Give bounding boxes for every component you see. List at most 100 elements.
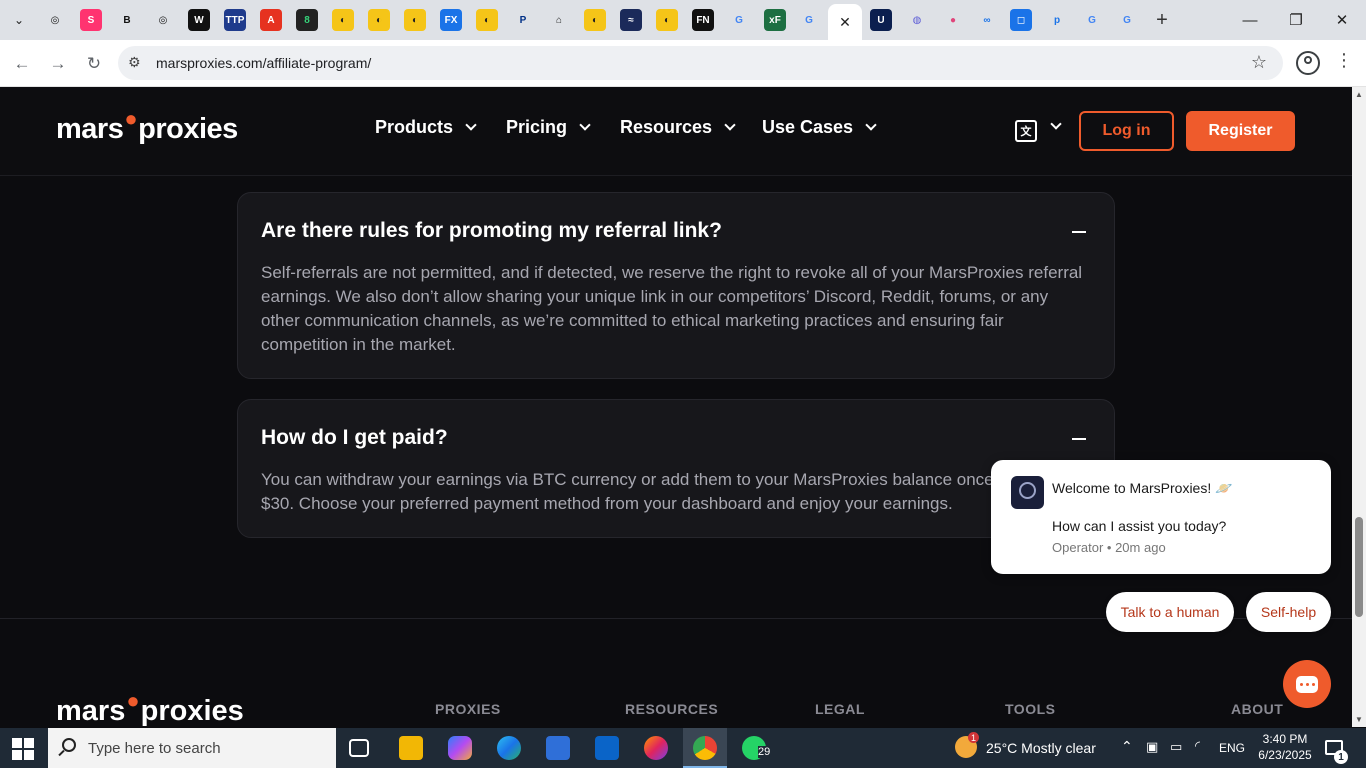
- yellow-tab-icon-4[interactable]: ◐: [476, 9, 498, 31]
- faq-answer: Self-referrals are not permitted, and if…: [261, 263, 1083, 354]
- chevron-down-icon: [865, 119, 877, 131]
- scroll-down-arrow-icon[interactable]: ▼: [1355, 715, 1363, 724]
- file-explorer-icon[interactable]: [399, 736, 423, 760]
- openai-tab-icon[interactable]: ◎: [44, 9, 66, 31]
- chevron-down-icon: [1050, 118, 1062, 130]
- register-button[interactable]: Register: [1186, 111, 1295, 151]
- faq-question[interactable]: How do I get paid?: [261, 426, 448, 450]
- google-tab-icon-2[interactable]: G: [798, 9, 820, 31]
- faq-item[interactable]: How do I get paid? You can withdraw your…: [237, 399, 1115, 538]
- u-tab-icon[interactable]: U: [870, 9, 892, 31]
- logo-word-mars: mars: [56, 113, 124, 145]
- google-tab-icon-3[interactable]: G: [1081, 9, 1103, 31]
- nav-pricing-label: Pricing: [506, 117, 568, 137]
- footer-heading-tools: TOOLS: [1005, 701, 1056, 717]
- url-text[interactable]: marsproxies.com/affiliate-program/: [156, 55, 371, 71]
- page-scrollbar[interactable]: ▲ ▼: [1352, 87, 1366, 727]
- green-app-tab-icon[interactable]: 8: [296, 9, 318, 31]
- nav-products[interactable]: Products: [375, 117, 477, 138]
- menu-kebab-icon[interactable]: ⋮: [1335, 50, 1353, 71]
- faq-item[interactable]: Are there rules for promoting my referra…: [237, 192, 1115, 379]
- nav-resources-label: Resources: [620, 117, 713, 137]
- fx-tab-icon[interactable]: FX: [440, 9, 462, 31]
- link-tab-icon[interactable]: ∞: [976, 9, 998, 31]
- chat-bubble-icon: [1296, 675, 1318, 693]
- p-tab-icon[interactable]: p: [1046, 9, 1068, 31]
- restore-icon[interactable]: ❐: [1276, 6, 1316, 34]
- google-tab-icon-1[interactable]: G: [728, 9, 750, 31]
- site-info-icon[interactable]: ⚙: [128, 54, 141, 71]
- forward-icon[interactable]: →: [45, 51, 71, 77]
- taskbar-search-box[interactable]: Type here to search: [48, 728, 336, 768]
- footer-heading-resources: RESOURCES: [625, 701, 719, 717]
- paypal-tab-icon[interactable]: P: [512, 9, 534, 31]
- language-indicator[interactable]: ENG: [1219, 741, 1245, 755]
- back-icon[interactable]: ←: [9, 51, 35, 77]
- scrollbar-thumb[interactable]: [1355, 517, 1363, 617]
- stripe-s-tab-icon[interactable]: S: [80, 9, 102, 31]
- yellow-tab-icon-1[interactable]: ◐: [332, 9, 354, 31]
- active-tab[interactable]: ✕: [828, 4, 862, 40]
- firefox-icon[interactable]: [644, 736, 668, 760]
- footer-logo[interactable]: mars●proxies: [56, 688, 244, 727]
- browser-tab-strip: ⌄ ◎ S B ◎ W TTP A 8 ◐ ◐ ◐ FX ◐ P ⌂ ◐ ≈ ◐ FN GxF G U ◍ ● ∞ ◻ p G G ✕ …: [0, 0, 1366, 40]
- windows-start-icon[interactable]: [12, 738, 34, 760]
- task-view-icon[interactable]: [349, 739, 369, 757]
- chrome-icon[interactable]: [693, 736, 717, 760]
- yellow-tab-icon-3[interactable]: ◐: [404, 9, 426, 31]
- minimize-icon[interactable]: —: [1230, 6, 1270, 34]
- close-tab-icon[interactable]: ✕: [839, 14, 851, 31]
- reload-icon[interactable]: ↻: [81, 51, 107, 77]
- ttp-tab-icon[interactable]: TTP: [224, 9, 246, 31]
- scroll-up-arrow-icon[interactable]: ▲: [1355, 90, 1363, 99]
- collapse-minus-icon[interactable]: [1072, 438, 1086, 440]
- profile-icon[interactable]: [1296, 51, 1320, 75]
- battery-icon[interactable]: ▭: [1170, 739, 1182, 755]
- close-window-icon[interactable]: ✕: [1322, 6, 1362, 34]
- address-bar[interactable]: ⚙ marsproxies.com/affiliate-program/ ☆: [118, 46, 1283, 80]
- bookmark-star-icon[interactable]: ☆: [1251, 52, 1267, 73]
- blue-square-tab-icon[interactable]: ◻: [1010, 9, 1032, 31]
- w-tab-icon[interactable]: W: [188, 9, 210, 31]
- bitcoin-tab-icon[interactable]: B: [116, 9, 138, 31]
- chat-bubble-tab-icon[interactable]: ●: [942, 9, 964, 31]
- browser-toolbar: ← → ↻ ⚙ marsproxies.com/affiliate-progra…: [0, 40, 1366, 87]
- taskbar-clock[interactable]: 3:40 PM 6/23/2025: [1250, 731, 1320, 763]
- self-help-button[interactable]: Self-help: [1246, 592, 1331, 632]
- outlook-icon[interactable]: [595, 736, 619, 760]
- google-tab-icon-4[interactable]: G: [1116, 9, 1138, 31]
- copilot-icon[interactable]: [448, 736, 472, 760]
- footer-heading-about: ABOUT: [1231, 701, 1284, 717]
- meet-now-icon[interactable]: ▣: [1146, 739, 1158, 755]
- nav-pricing[interactable]: Pricing: [506, 117, 591, 138]
- yellow-tab-icon-5[interactable]: ◐: [584, 9, 606, 31]
- language-dropdown[interactable]: [1048, 118, 1062, 130]
- wifi-icon[interactable]: ◜: [1195, 738, 1200, 754]
- login-button[interactable]: Log in: [1079, 111, 1174, 151]
- yellow-tab-icon-2[interactable]: ◐: [368, 9, 390, 31]
- chat-launcher-button[interactable]: [1283, 660, 1331, 708]
- language-translate-icon[interactable]: 文: [1015, 120, 1037, 142]
- logo-dot: ●: [126, 688, 140, 713]
- collapse-minus-icon[interactable]: [1072, 231, 1086, 233]
- store-icon[interactable]: [546, 736, 570, 760]
- fn-tab-icon[interactable]: FN: [692, 9, 714, 31]
- edge-icon[interactable]: [497, 736, 521, 760]
- nav-use-cases[interactable]: Use Cases: [762, 117, 877, 138]
- new-tab-button[interactable]: +: [1150, 8, 1174, 32]
- nav-resources[interactable]: Resources: [620, 117, 736, 138]
- chart-tab-icon[interactable]: ⌂: [548, 9, 570, 31]
- adobe-tab-icon[interactable]: A: [260, 9, 282, 31]
- yellow-tab-icon-6[interactable]: ◐: [656, 9, 678, 31]
- faq-question[interactable]: Are there rules for promoting my referra…: [261, 219, 722, 243]
- marsproxies-logo[interactable]: mars●proxies: [56, 106, 238, 146]
- excel-tab-icon[interactable]: xF: [764, 9, 786, 31]
- chat-welcome-card[interactable]: Welcome to MarsProxies! 🪐 How can I assi…: [991, 460, 1331, 574]
- circle-tab-icon[interactable]: ◍: [906, 9, 928, 31]
- talk-to-human-button[interactable]: Talk to a human: [1106, 592, 1234, 632]
- show-hidden-icons-chevron-icon[interactable]: ⌃: [1121, 738, 1133, 755]
- weather-text[interactable]: 25°C Mostly clear: [986, 740, 1096, 756]
- dark-blue-tab-icon[interactable]: ≈: [620, 9, 642, 31]
- openai-tab-icon-2[interactable]: ◎: [152, 9, 174, 31]
- tab-search-chevron-icon[interactable]: ⌄: [6, 8, 32, 32]
